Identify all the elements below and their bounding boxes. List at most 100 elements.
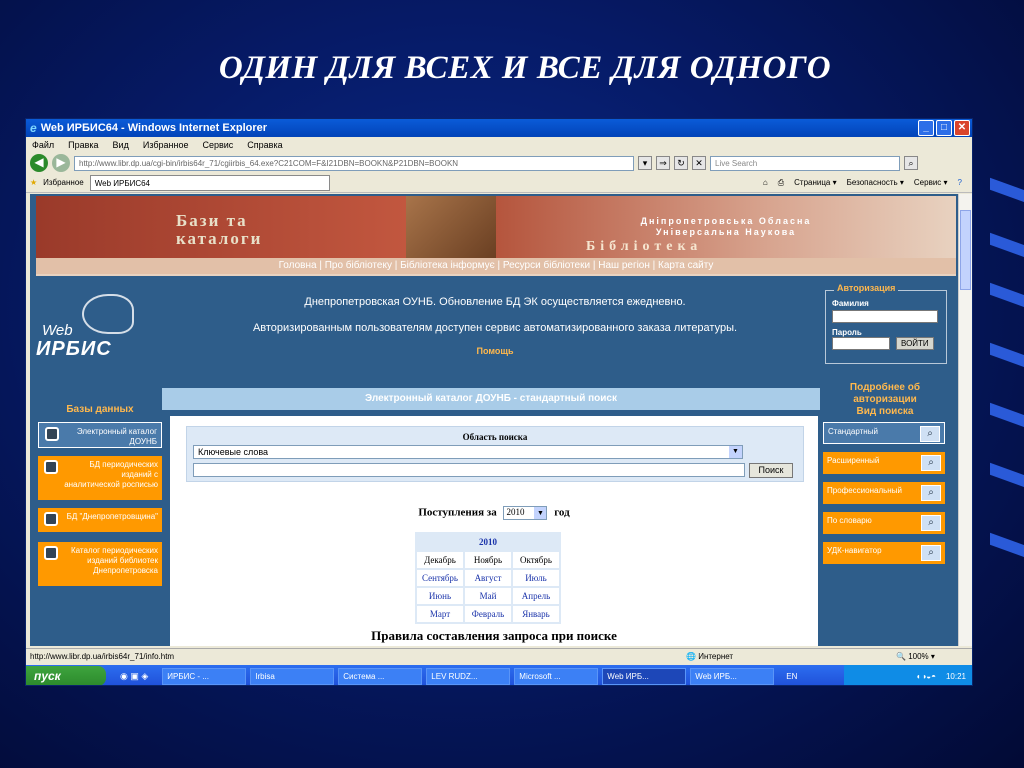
- slide-decoration: [990, 402, 1024, 430]
- month-link[interactable]: Июнь: [415, 586, 465, 606]
- security-menu[interactable]: Безопасность ▾: [847, 178, 904, 188]
- db-item-periodicals-catalog[interactable]: Каталог периодических изданий библиотек …: [38, 542, 162, 586]
- month-link[interactable]: Октябрь: [511, 550, 561, 570]
- status-bar: http://www.libr.dp.ua/irbis64r_71/info.h…: [26, 648, 972, 664]
- search-type-udc[interactable]: УДК-навигатор ⌕: [823, 542, 945, 564]
- help-icon[interactable]: ?: [958, 178, 962, 188]
- menu-favorites[interactable]: Избранное: [143, 140, 189, 150]
- month-link[interactable]: Февраль: [463, 604, 513, 624]
- menu-help[interactable]: Справка: [247, 140, 282, 150]
- month-link[interactable]: Апрель: [511, 586, 561, 606]
- month-link[interactable]: Январь: [511, 604, 561, 624]
- menu-view[interactable]: Вид: [113, 140, 129, 150]
- help-link[interactable]: Помощь: [180, 346, 810, 356]
- taskbar-item[interactable]: LEV RUDZ...: [426, 667, 511, 685]
- window-titlebar: e Web ИРБИС64 - Windows Internet Explore…: [26, 119, 972, 137]
- address-dropdown-icon[interactable]: ▾: [638, 156, 652, 170]
- close-button[interactable]: ✕: [954, 120, 970, 136]
- slide-decoration: [990, 342, 1024, 370]
- surname-input[interactable]: [832, 310, 938, 323]
- refresh-icon[interactable]: ↻: [674, 156, 688, 170]
- slide-decoration: [990, 282, 1024, 310]
- year-select[interactable]: 2010 ▼: [503, 506, 548, 520]
- minimize-button[interactable]: _: [918, 120, 934, 136]
- site-nav[interactable]: Головна | Про бібліотеку | Бібліотека ін…: [36, 258, 956, 274]
- vertical-scrollbar[interactable]: [958, 194, 972, 646]
- menu-edit[interactable]: Правка: [68, 140, 98, 150]
- stop-icon[interactable]: ✕: [692, 156, 706, 170]
- address-input[interactable]: http://www.libr.dp.ua/cgi-bin/irbis64r_7…: [74, 155, 634, 171]
- search-icon[interactable]: ⌕: [904, 156, 918, 170]
- db-item-catalog[interactable]: Электронный каталог ДОУНБ: [38, 422, 162, 448]
- month-link[interactable]: Май: [463, 586, 513, 606]
- logo-web: Web: [42, 322, 73, 339]
- go-icon[interactable]: ⇒: [656, 156, 670, 170]
- search-button[interactable]: Поиск: [749, 463, 793, 478]
- menu-tools[interactable]: Сервис: [202, 140, 233, 150]
- magnifier-icon: ⌕: [921, 455, 941, 471]
- taskbar-item[interactable]: Система ...: [338, 667, 423, 685]
- clock[interactable]: 10:21: [946, 672, 966, 681]
- taskbar-item[interactable]: Microsoft ...: [514, 667, 599, 685]
- books-image: [406, 196, 496, 258]
- password-input[interactable]: [832, 337, 890, 350]
- auth-legend: Авторизация: [834, 283, 899, 293]
- search-type-standard[interactable]: Стандартный ⌕: [823, 422, 945, 444]
- print-icon[interactable]: ⎙: [778, 178, 784, 188]
- databases-title: Базы данных: [66, 404, 134, 415]
- slide-title: ОДИН ДЛЯ ВСЕХ И ВСЕ ДЛЯ ОДНОГО: [218, 50, 832, 86]
- quicklaunch-icons[interactable]: ◉ ▣ ◈: [120, 671, 148, 682]
- address-toolbar: ◀ ▶ http://www.libr.dp.ua/cgi-bin/irbis6…: [26, 153, 972, 173]
- magnifier-icon: ⌕: [921, 485, 941, 501]
- auth-more-link[interactable]: Подробнее об авторизации: [830, 382, 940, 406]
- query-input[interactable]: [193, 463, 745, 477]
- month-link[interactable]: Июль: [511, 568, 561, 588]
- maximize-button[interactable]: □: [936, 120, 952, 136]
- status-zone: 🌐 Интернет: [686, 652, 734, 661]
- language-indicator[interactable]: EN: [786, 672, 797, 681]
- favorites-button[interactable]: Избранное: [43, 178, 84, 187]
- month-link[interactable]: Март: [415, 604, 465, 624]
- taskbar-item[interactable]: Web ИРБ...: [690, 667, 775, 685]
- forward-button[interactable]: ▶: [52, 154, 70, 172]
- month-link[interactable]: Сентябрь: [415, 568, 465, 588]
- page-menu[interactable]: Страница ▾: [794, 178, 837, 188]
- database-icon: [44, 460, 58, 474]
- tools-menu[interactable]: Сервис ▾: [914, 178, 948, 188]
- search-type-dictionary[interactable]: По словарю ⌕: [823, 512, 945, 534]
- search-type-professional[interactable]: Профессиональный ⌕: [823, 482, 945, 504]
- db-item-dnepr[interactable]: БД "Днепропетровщина": [38, 508, 162, 532]
- zoom-level[interactable]: 🔍 100% ▾: [896, 652, 935, 661]
- ie-icon: e: [30, 121, 37, 135]
- month-link[interactable]: Декабрь: [415, 550, 465, 570]
- calendar-year: 2010: [415, 532, 561, 552]
- favorites-star-icon[interactable]: ★: [30, 178, 37, 187]
- favorites-bar: ★ Избранное Web ИРБИС64 ⌂ ⎙ Страница ▾ Б…: [26, 173, 972, 193]
- login-button[interactable]: ВОЙТИ: [896, 337, 934, 350]
- taskbar-item[interactable]: Irbisa: [250, 667, 335, 685]
- chevron-down-icon: ▼: [534, 507, 547, 519]
- window-title: Web ИРБИС64 - Windows Internet Explorer: [40, 122, 268, 134]
- live-search-input[interactable]: Live Search: [710, 155, 900, 171]
- menu-file[interactable]: Файл: [32, 140, 54, 150]
- tray-icons[interactable]: ◐◑◒◓: [917, 672, 936, 681]
- browser-tab[interactable]: Web ИРБИС64: [89, 174, 330, 191]
- search-field-select[interactable]: Ключевые слова ▼: [193, 445, 743, 459]
- search-panel: Область поиска Ключевые слова ▼ Поиск По…: [170, 416, 818, 646]
- search-types-title: Вид поиска: [856, 406, 914, 417]
- magnifier-icon: ⌕: [920, 426, 940, 442]
- back-button[interactable]: ◀: [30, 154, 48, 172]
- taskbar-item[interactable]: ИРБИС - ...: [162, 667, 247, 685]
- search-type-extended[interactable]: Расширенный ⌕: [823, 452, 945, 474]
- site-banner: Бази та каталоги Дніпропетровська Обласн…: [36, 196, 956, 276]
- home-icon[interactable]: ⌂: [763, 178, 768, 188]
- banner-library: Бібліотека: [586, 239, 703, 254]
- db-item-periodicals[interactable]: БД периодических изданий с аналитической…: [38, 456, 162, 500]
- taskbar-item[interactable]: Web ИРБ...: [602, 667, 687, 685]
- chevron-down-icon: ▼: [729, 446, 742, 458]
- month-link[interactable]: Ноябрь: [463, 550, 513, 570]
- rules-heading: Правила составления запроса при поиске: [371, 628, 617, 643]
- month-link[interactable]: Август: [463, 568, 513, 588]
- taskbar: пуск ◉ ▣ ◈ ИРБИС - ... Irbisa Система ..…: [26, 665, 972, 685]
- start-button[interactable]: пуск: [26, 666, 106, 685]
